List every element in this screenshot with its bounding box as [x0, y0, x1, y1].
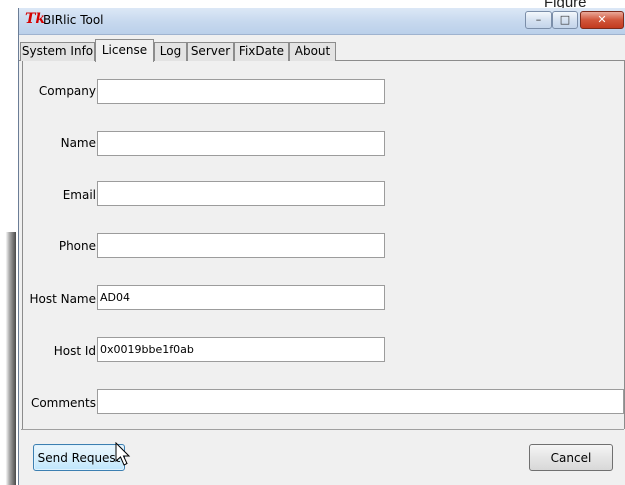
host-id-label: Host Id: [53, 344, 96, 358]
name-label: Name: [60, 136, 96, 150]
phone-input[interactable]: [97, 233, 385, 258]
email-label: Email: [62, 188, 96, 202]
mouse-pointer-icon: [115, 442, 131, 466]
phone-label: Phone: [58, 239, 96, 253]
comments-label: Comments: [30, 396, 96, 410]
minimize-button[interactable]: –: [525, 11, 552, 29]
panel-separator: [21, 429, 624, 430]
title-bar[interactable]: Tk BIRlic Tool – □ ✕: [19, 8, 625, 35]
tab-server[interactable]: Server: [187, 42, 234, 61]
tab-about[interactable]: About: [289, 42, 336, 61]
email-input[interactable]: [97, 181, 385, 206]
comments-input[interactable]: [97, 389, 624, 414]
tab-fixdate[interactable]: FixDate: [234, 42, 289, 61]
cancel-button[interactable]: Cancel: [529, 444, 613, 471]
host-name-input[interactable]: [97, 285, 385, 310]
close-button[interactable]: ✕: [580, 11, 624, 29]
send-request-button[interactable]: Send Request: [33, 444, 125, 471]
tab-license[interactable]: License: [95, 39, 154, 62]
maximize-button[interactable]: □: [552, 11, 578, 29]
window-title: BIRlic Tool: [43, 13, 104, 27]
tab-system-info[interactable]: System Info: [20, 42, 95, 61]
tab-log[interactable]: Log: [154, 42, 187, 61]
background-window-edge: [0, 232, 16, 485]
company-input[interactable]: [97, 79, 385, 104]
name-input[interactable]: [97, 131, 385, 156]
host-id-input[interactable]: [97, 337, 385, 362]
company-label: Company: [38, 84, 96, 98]
tab-bar: System Info License Log Server FixDate A…: [19, 39, 625, 62]
host-name-label: Host Name: [29, 292, 96, 306]
birlic-tool-window: Tk BIRlic Tool – □ ✕ System Info License…: [18, 8, 625, 485]
